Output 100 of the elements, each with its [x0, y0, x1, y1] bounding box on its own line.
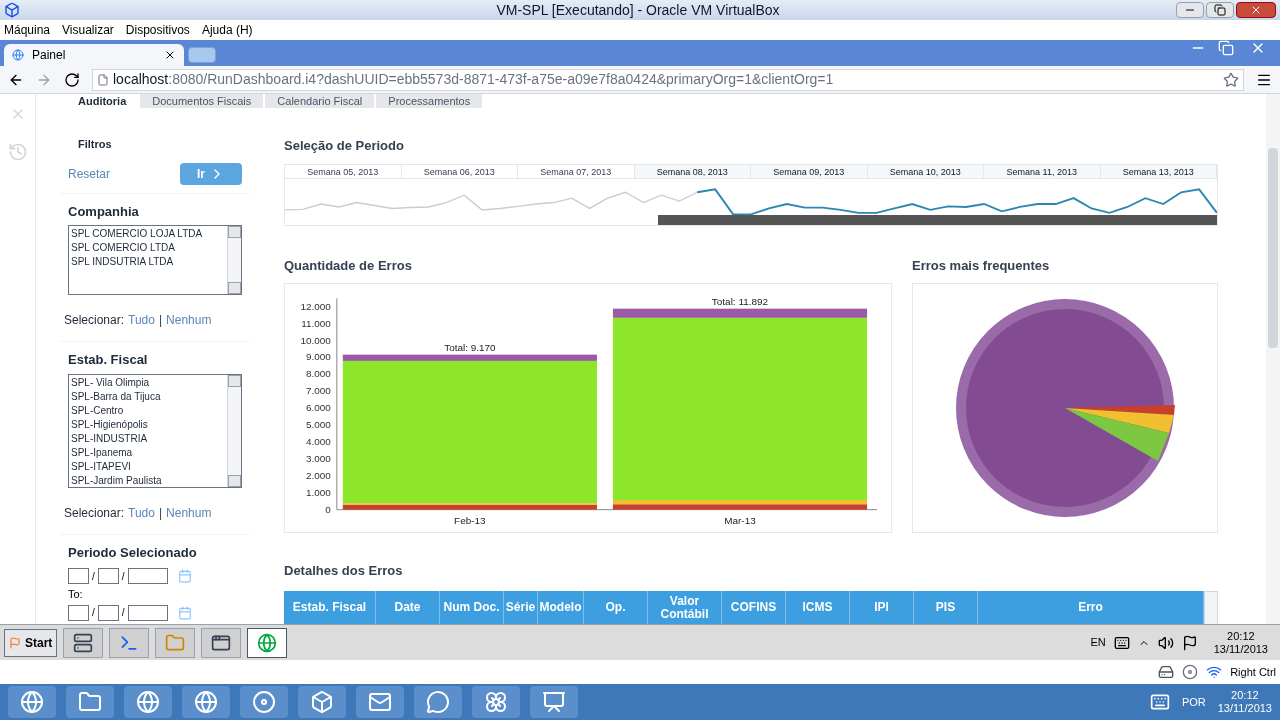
year-field[interactable]: [127, 568, 168, 584]
new-tab-button[interactable]: [188, 47, 216, 63]
window-icon[interactable]: [201, 627, 242, 658]
year-field[interactable]: [127, 604, 168, 621]
week-label[interactable]: Semana 07, 2013: [518, 164, 635, 178]
filters-title: Filtros: [77, 137, 113, 152]
week-label[interactable]: Semana 08, 2013: [634, 164, 751, 178]
box-icon[interactable]: [298, 686, 346, 718]
reload-icon[interactable]: [64, 71, 80, 88]
total-label: Total: 11.892: [711, 295, 769, 307]
close-icon: [1250, 4, 1262, 16]
list-item[interactable]: SPL-Centro: [71, 403, 225, 418]
month-field[interactable]: [97, 604, 119, 621]
reset-link[interactable]: Resetar: [68, 164, 111, 183]
menu-item[interactable]: Máquina: [4, 21, 51, 39]
list-item[interactable]: SPL INDSUTRIA LTDA: [71, 255, 225, 269]
week-label[interactable]: Semana 13, 2013: [1100, 164, 1217, 178]
list-box[interactable]: SPL- Vila Olimpia SPL-Barra da Tijuca SPL-Centro SPL-Higienópolis SPL-INDUSTRIA SPL-Ipanema SPL-ITAPEVI SPL-Jardim Paulista: [68, 373, 242, 488]
language-indicator[interactable]: POR: [1181, 693, 1206, 711]
menu-item[interactable]: Dispositivos: [125, 21, 190, 39]
network-icon[interactable]: [1206, 664, 1223, 680]
menu-item[interactable]: Visualizar: [62, 21, 114, 39]
scrollbar[interactable]: [1204, 590, 1218, 624]
page-tab[interactable]: Calendario Fiscal: [265, 94, 375, 108]
link-separator: |: [158, 504, 163, 522]
list-item[interactable]: SPL-Ipanema: [71, 445, 225, 460]
group-title: Periodo Selecionado: [67, 543, 198, 562]
globe-icon[interactable]: [247, 627, 288, 658]
y-tick-label: 0: [325, 503, 331, 515]
x-tick-label: Feb-13: [454, 514, 486, 524]
list-item[interactable]: SPL-Higienópolis: [71, 417, 225, 432]
bookmark-star-icon[interactable]: [1223, 71, 1239, 88]
browser-tab[interactable]: Painel: [4, 44, 184, 66]
day-field[interactable]: [68, 568, 89, 584]
month-field[interactable]: [97, 568, 119, 584]
chat-icon[interactable]: [414, 686, 462, 718]
mail-icon[interactable]: [356, 686, 404, 718]
period-selector[interactable]: Semana 05, 2013 Semana 06, 2013 Semana 07, 2013 Semana 08, 2013 Semana 09, 2013 Semana 10, 2013 Semana 11, 2013 Semana 13, 2013: [284, 163, 1218, 226]
list-item[interactable]: SPL-Barra da Tijuca: [71, 389, 225, 404]
list-item[interactable]: SPL-Jardim Paulista: [71, 473, 225, 488]
date-separator: /: [92, 606, 95, 620]
total-label: Total: 9.170: [444, 341, 496, 353]
scrollbar[interactable]: [227, 374, 241, 487]
day-field[interactable]: [68, 604, 89, 621]
week-label[interactable]: Semana 11, 2013: [984, 164, 1101, 178]
week-label[interactable]: Semana 06, 2013: [401, 164, 518, 178]
close-button[interactable]: [1236, 2, 1276, 18]
presentation-icon[interactable]: [530, 686, 578, 718]
list-item[interactable]: SPL COMERCIO LOJA LTDA: [71, 227, 225, 241]
page-tab[interactable]: Documentos Fiscais: [140, 94, 264, 108]
link-separator: |: [158, 312, 163, 329]
scrollbar[interactable]: [227, 226, 241, 294]
list-item[interactable]: SPL COMERCIO LTDA: [71, 241, 225, 255]
week-label[interactable]: Semana 09, 2013: [751, 164, 868, 178]
restore-button[interactable]: [1206, 2, 1234, 18]
y-tick-label: 3.000: [305, 452, 331, 464]
folder-icon[interactable]: [155, 627, 196, 658]
list-item[interactable]: SPL-ITAPEVI: [71, 459, 225, 474]
list-item[interactable]: SPL-INDUSTRIA: [71, 431, 225, 446]
list-item[interactable]: SPL- Vila Olimpia: [71, 375, 225, 390]
globe-icon[interactable]: [182, 686, 230, 718]
section-title: Erros mais frequentes: [912, 256, 1051, 275]
disc-icon[interactable]: [1182, 664, 1199, 680]
select-all-link[interactable]: Tudo: [128, 311, 155, 329]
terminal-icon[interactable]: [109, 627, 150, 658]
close-icon[interactable]: [164, 49, 176, 61]
globe-icon[interactable]: [124, 686, 172, 718]
page-scrollbar[interactable]: [1266, 94, 1280, 624]
globe-icon[interactable]: [8, 686, 56, 718]
date-separator: /: [121, 606, 125, 620]
select-all-link[interactable]: Tudo: [128, 503, 155, 522]
minimize-button[interactable]: [1176, 2, 1204, 18]
date-separator: /: [121, 569, 125, 584]
window-title: VM-SPL [Executando] - Oracle VM VirtualBox: [495, 0, 781, 20]
list-box[interactable]: SPL COMERCIO LOJA LTDA SPL COMERCIO LTDA SPL INDSUTRIA LTDA: [68, 225, 242, 295]
selection-handle-bar[interactable]: [658, 214, 1217, 225]
language-indicator[interactable]: EN: [1090, 634, 1106, 651]
select-none-link[interactable]: Nenhum: [166, 311, 212, 329]
select-none-link[interactable]: Nenhum: [166, 503, 212, 522]
folder-icon[interactable]: [66, 686, 114, 718]
page-tab[interactable]: Processamentos: [376, 94, 483, 108]
select-label: Selecionar:: [64, 504, 125, 522]
y-tick-label: 6.000: [305, 402, 331, 414]
group-title: Companhia: [67, 202, 140, 221]
host-key-label: Right Ctrl: [1230, 664, 1276, 680]
clock-date: 13/11/2013: [1217, 702, 1272, 715]
keyboard-icon[interactable]: [1113, 634, 1130, 651]
group-title: Estab. Fiscal: [67, 351, 149, 369]
start-button[interactable]: Start: [4, 628, 58, 657]
select-label: Selecionar:: [64, 312, 125, 329]
address-bar[interactable]: localhost:8080/RunDashboard.i4?dashUUID=ebb5573d-8871-473f-a75e-a09e7f8a0424&primaryOrg=1&clientOrg=1: [92, 68, 1244, 91]
flower-icon[interactable]: [472, 686, 520, 718]
y-tick-label: 11.000: [301, 317, 331, 329]
week-label[interactable]: Semana 10, 2013: [867, 164, 984, 178]
menu-item[interactable]: Ajuda (H): [201, 21, 253, 39]
week-label[interactable]: Semana 05, 2013: [285, 164, 402, 178]
volume-icon[interactable]: [1157, 634, 1174, 651]
flag-icon[interactable]: [1181, 634, 1198, 651]
app-icon: [4, 2, 20, 18]
server-icon[interactable]: [63, 627, 104, 658]
